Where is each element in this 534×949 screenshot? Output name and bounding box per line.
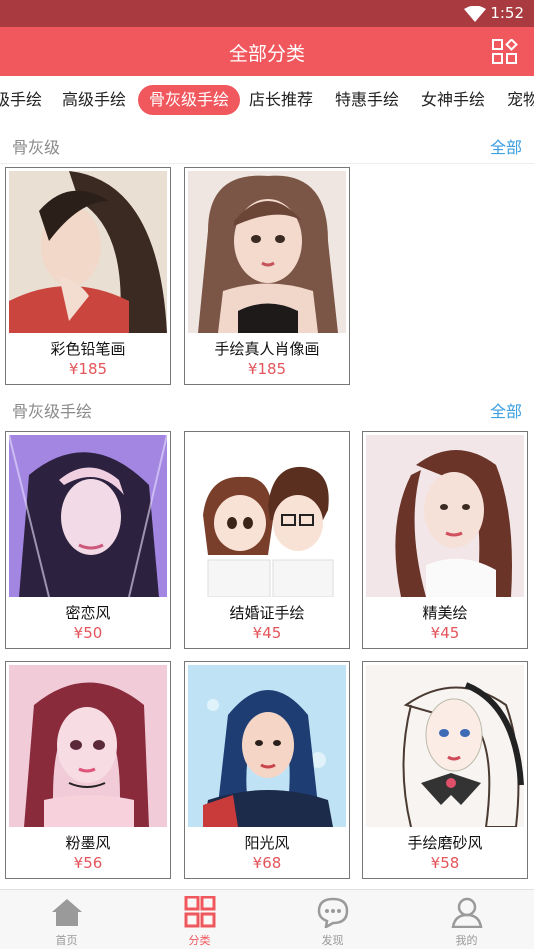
product-card[interactable]: 手绘真人肖像画 ¥185 xyxy=(184,167,350,385)
home-icon xyxy=(51,899,82,926)
wifi-icon xyxy=(464,6,486,22)
nav-discover[interactable]: 发现 xyxy=(266,890,399,949)
product-price: ¥68 xyxy=(252,854,282,872)
product-price: ¥185 xyxy=(247,360,287,378)
nav-label: 我的 xyxy=(455,934,478,947)
product-image xyxy=(366,435,524,597)
product-name: 手绘真人肖像画 xyxy=(214,340,320,358)
status-time: 1:52 xyxy=(490,4,524,22)
product-card[interactable]: 手绘磨砂风 ¥58 xyxy=(362,661,528,879)
product-name: 手绘磨砂风 xyxy=(407,834,483,852)
tab-advanced[interactable]: 高级手绘 xyxy=(62,85,126,115)
tab-ultimate[interactable]: 骨灰级手绘 xyxy=(138,85,241,115)
bottom-nav: 首页 分类 发现 我的 xyxy=(0,889,534,949)
product-name: 粉墨风 xyxy=(65,834,111,852)
view-all-link[interactable]: 全部 xyxy=(490,398,522,422)
product-card[interactable]: 结婚证手绘 ¥45 xyxy=(184,431,350,649)
product-price: ¥185 xyxy=(68,360,108,378)
product-image xyxy=(9,665,167,827)
product-card[interactable]: 粉墨风 ¥56 xyxy=(5,661,171,879)
tab-special-offer[interactable]: 特惠手绘 xyxy=(335,85,399,115)
user-icon xyxy=(451,897,482,928)
nav-mine[interactable]: 我的 xyxy=(400,890,533,949)
product-name: 精美绘 xyxy=(422,604,468,622)
product-name: 结婚证手绘 xyxy=(229,604,305,622)
product-card[interactable]: 精美绘 ¥45 xyxy=(362,431,528,649)
product-image xyxy=(188,171,346,333)
category-icon xyxy=(184,896,215,928)
product-image xyxy=(188,435,346,597)
tab-pet[interactable]: 宠物 xyxy=(507,85,534,115)
product-name: 阳光风 xyxy=(244,834,290,852)
view-all-link[interactable]: 全部 xyxy=(490,134,522,158)
product-image xyxy=(188,665,346,827)
status-bar: 1:52 xyxy=(0,0,534,27)
chat-bubble-icon xyxy=(317,897,348,928)
product-image xyxy=(9,171,167,333)
tab-top-grade[interactable]: 级手绘 xyxy=(0,85,42,115)
section-title: 骨灰级 xyxy=(12,138,61,157)
product-card[interactable]: 彩色铅笔画 ¥185 xyxy=(5,167,171,385)
nav-label: 发现 xyxy=(321,934,344,947)
nav-label: 首页 xyxy=(55,934,78,947)
product-price: ¥50 xyxy=(73,624,103,642)
tab-goddess[interactable]: 女神手绘 xyxy=(421,85,485,115)
nav-label: 分类 xyxy=(188,934,211,947)
product-name: 密恋风 xyxy=(65,604,111,622)
product-price: ¥56 xyxy=(73,854,103,872)
product-card[interactable]: 阳光风 ¥68 xyxy=(184,661,350,879)
product-image xyxy=(9,435,167,597)
product-name: 彩色铅笔画 xyxy=(50,340,126,358)
product-card[interactable]: 密恋风 ¥50 xyxy=(5,431,171,649)
product-price: ¥58 xyxy=(430,854,460,872)
section-header: 骨灰级手绘 全部 xyxy=(0,388,534,428)
page-title: 全部分类 xyxy=(228,43,305,65)
nav-home[interactable]: 首页 xyxy=(0,890,133,949)
tab-manager-pick[interactable]: 店长推荐 xyxy=(249,85,313,115)
section-header: 骨灰级 全部 xyxy=(0,124,534,164)
grid-menu-icon[interactable] xyxy=(492,39,518,65)
product-price: ¥45 xyxy=(430,624,460,642)
category-tabs: 级手绘 高级手绘 骨灰级手绘 店长推荐 特惠手绘 女神手绘 宠物 xyxy=(0,76,534,121)
nav-category[interactable]: 分类 xyxy=(133,890,266,949)
product-price: ¥45 xyxy=(252,624,282,642)
section-title: 骨灰级手绘 xyxy=(12,402,93,421)
app-bar: 全部分类 xyxy=(0,27,534,76)
product-image xyxy=(366,665,524,827)
